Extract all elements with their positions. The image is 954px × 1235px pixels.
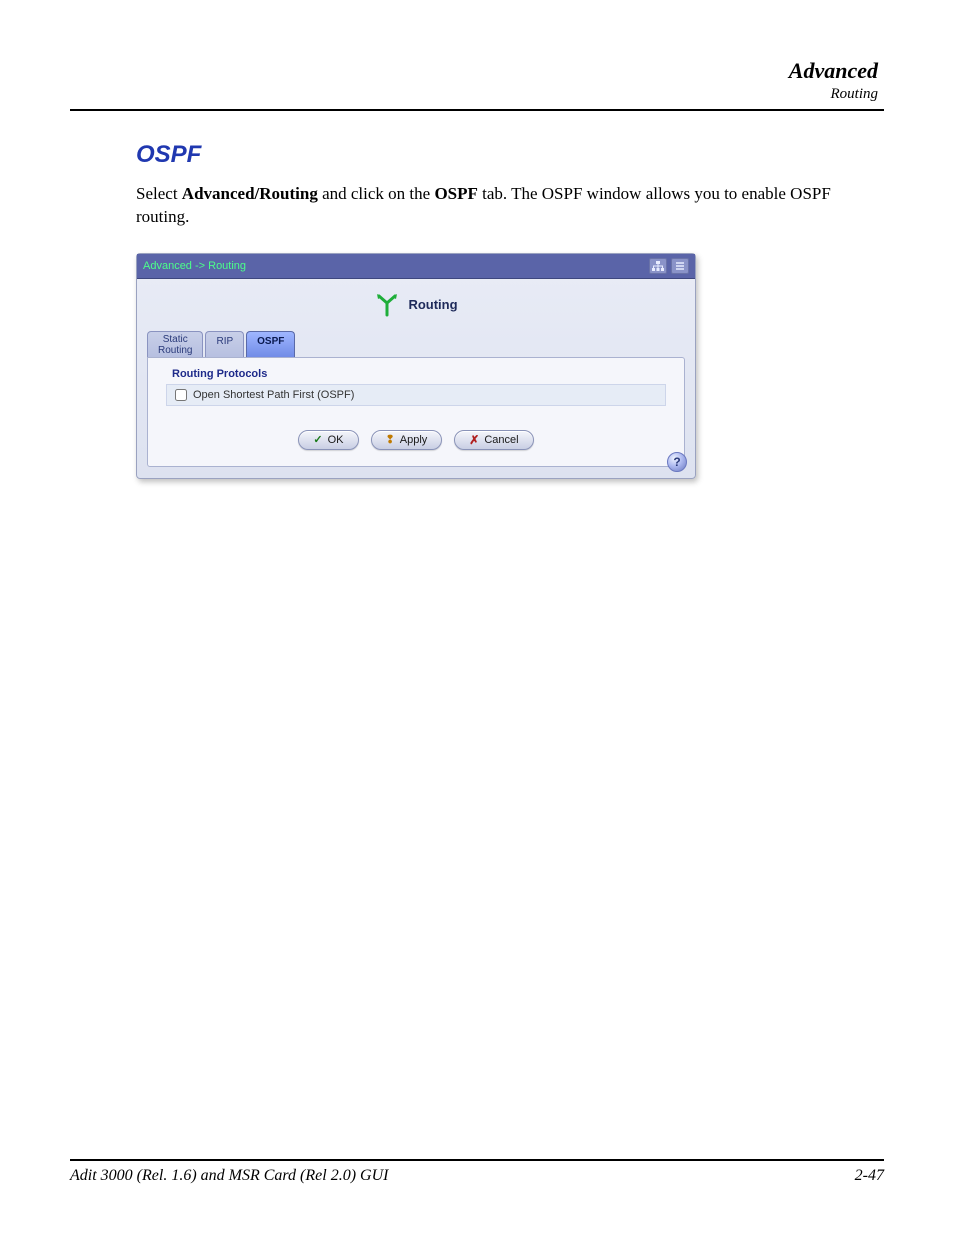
screenshot-wrap: Advanced -> Routing — [136, 253, 874, 479]
button-label: OK — [328, 434, 344, 446]
routing-protocols-heading: Routing Protocols — [172, 368, 674, 380]
panel-title: Routing — [408, 297, 457, 312]
para-text: and click on the — [318, 184, 435, 203]
help-icon: ? — [673, 455, 680, 469]
window-titlebar: Advanced -> Routing — [137, 254, 695, 279]
intro-paragraph: Select Advanced/Routing and click on the… — [136, 183, 874, 229]
tab-label: Static — [158, 334, 192, 345]
routing-icon — [374, 293, 400, 317]
tab-ospf[interactable]: OSPF — [246, 331, 295, 358]
sitemap-icon[interactable] — [649, 258, 667, 274]
cancel-icon: ✗ — [469, 433, 479, 447]
page-header: Advanced Routing — [70, 58, 884, 103]
footer-left: Adit 3000 (Rel. 1.6) and MSR Card (Rel 2… — [70, 1167, 388, 1185]
ospf-checkbox-label: Open Shortest Path First (OSPF) — [193, 389, 354, 401]
ospf-protocol-row[interactable]: Open Shortest Path First (OSPF) — [166, 384, 666, 406]
tab-strip: Static Routing RIP OSPF — [137, 331, 695, 358]
routing-window: Advanced -> Routing — [136, 253, 696, 479]
panel-title-row: Routing — [137, 279, 695, 327]
button-label: Cancel — [484, 434, 518, 446]
cancel-button[interactable]: ✗ Cancel — [454, 430, 533, 450]
help-button[interactable]: ? — [667, 452, 687, 472]
content: OSPF Select Advanced/Routing and click o… — [136, 141, 874, 479]
header-rule — [70, 109, 884, 111]
page: Advanced Routing OSPF Select Advanced/Ro… — [0, 0, 954, 1235]
button-row: ✓ OK ❢ Apply ✗ Cancel — [158, 430, 674, 450]
ospf-checkbox[interactable] — [175, 389, 187, 401]
header-category: Advanced — [70, 58, 878, 84]
titlebar-icons — [649, 258, 689, 274]
para-bold-ospf: OSPF — [434, 184, 477, 203]
breadcrumb: Advanced -> Routing — [143, 260, 246, 272]
tab-label: Routing — [158, 345, 192, 356]
apply-button[interactable]: ❢ Apply — [371, 430, 443, 450]
tab-rip[interactable]: RIP — [205, 331, 244, 358]
list-icon[interactable] — [671, 258, 689, 274]
tab-static-routing[interactable]: Static Routing — [147, 331, 203, 358]
ok-button[interactable]: ✓ OK — [298, 430, 358, 450]
page-footer: Adit 3000 (Rel. 1.6) and MSR Card (Rel 2… — [70, 1159, 884, 1185]
footer-page-number: 2-47 — [855, 1167, 884, 1185]
tab-body: Routing Protocols Open Shortest Path Fir… — [147, 357, 685, 467]
check-icon: ✓ — [313, 433, 322, 446]
apply-icon: ❢ — [386, 433, 395, 446]
footer-rule — [70, 1159, 884, 1161]
header-subcategory: Routing — [70, 86, 878, 103]
button-label: Apply — [400, 434, 428, 446]
section-heading: OSPF — [136, 141, 874, 169]
para-bold-advanced-routing: Advanced/Routing — [182, 184, 318, 203]
para-text: Select — [136, 184, 182, 203]
